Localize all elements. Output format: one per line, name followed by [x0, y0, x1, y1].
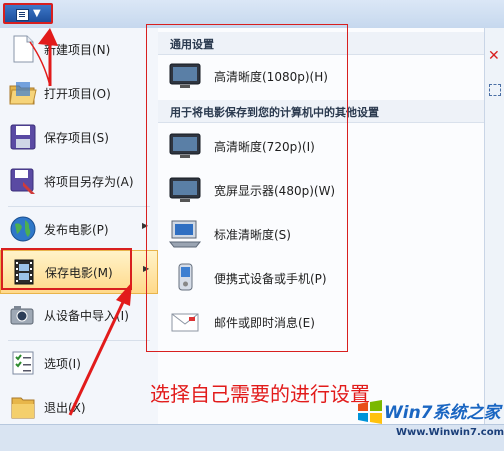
windows-logo-icon [358, 400, 382, 424]
monitor-icon [169, 133, 201, 158]
menu-item-save-project[interactable]: 保存项目(S) [0, 116, 158, 160]
section-header-common: 通用设置 [158, 32, 484, 55]
computer-icon [168, 220, 202, 248]
title-bar [0, 0, 504, 29]
submenu-item-portable-device[interactable]: 便携式设备或手机(P) [158, 256, 484, 300]
submenu-item-email[interactable]: 邮件或即时消息(E) [158, 300, 484, 344]
menu-item-import-from-device[interactable]: 从设备中导入(I) [0, 294, 158, 338]
options-list-icon [12, 351, 34, 375]
globe-publish-icon [10, 216, 36, 242]
submenu-item-1080p[interactable]: 高清晰度(1080p)(H) [158, 54, 484, 98]
phone-icon [178, 263, 193, 291]
submenu-arrow-icon: ▶ [143, 264, 150, 273]
annotation-text: 选择自己需要的进行设置 [150, 382, 370, 406]
submenu-item-720p[interactable]: 高清晰度(720p)(I) [158, 124, 484, 168]
application-menu-button[interactable]: ▼ [3, 3, 53, 24]
menu-item-new-project[interactable]: 新建项目(N) [0, 28, 158, 72]
crop-tool-icon[interactable] [489, 84, 501, 96]
monitor-icon [169, 177, 201, 202]
document-icon [16, 9, 29, 21]
camera-import-icon [10, 306, 34, 325]
save-disk-icon [10, 124, 36, 150]
section-header-other: 用于将电影保存到您的计算机中的其他设置 [158, 100, 484, 123]
monitor-icon [169, 63, 201, 88]
open-folder-icon [9, 82, 37, 105]
email-icon [171, 313, 199, 332]
exit-folder-icon [11, 397, 35, 419]
menu-item-save-project-as[interactable]: 将项目另存为(A) [0, 160, 158, 204]
menu-separator [8, 206, 150, 207]
save-as-icon [10, 168, 35, 194]
close-icon[interactable]: ✕ [488, 48, 500, 64]
save-movie-submenu: 通用设置 高清晰度(1080p)(H) 用于将电影保存到您的计算机中的其他设置 … [158, 28, 484, 424]
menu-item-options[interactable]: 选项(I) [0, 342, 158, 386]
chevron-down-icon: ▼ [33, 8, 41, 19]
film-save-icon [14, 259, 34, 285]
new-document-icon [13, 35, 34, 63]
application-menu: 新建项目(N) 打开项目(O) 保存项目(S) 将项目另存为(A) 发布电影(P… [0, 28, 159, 424]
submenu-item-480p[interactable]: 宽屏显示器(480p)(W) [158, 168, 484, 212]
watermark-title: Win7系统之家 [384, 403, 501, 423]
menu-item-publish-movie[interactable]: 发布电影(P) ▶ [0, 208, 158, 252]
watermark: Win7系统之家 Www.Winwin7.com [356, 396, 504, 448]
menu-item-save-movie[interactable]: 保存电影(M) ▶ [0, 250, 158, 294]
watermark-url: Www.Winwin7.com [396, 427, 504, 438]
submenu-arrow-icon: ▶ [142, 221, 149, 230]
menu-item-open-project[interactable]: 打开项目(O) [0, 72, 158, 116]
submenu-item-standard[interactable]: 标准清晰度(S) [158, 212, 484, 256]
menu-separator [8, 340, 150, 341]
